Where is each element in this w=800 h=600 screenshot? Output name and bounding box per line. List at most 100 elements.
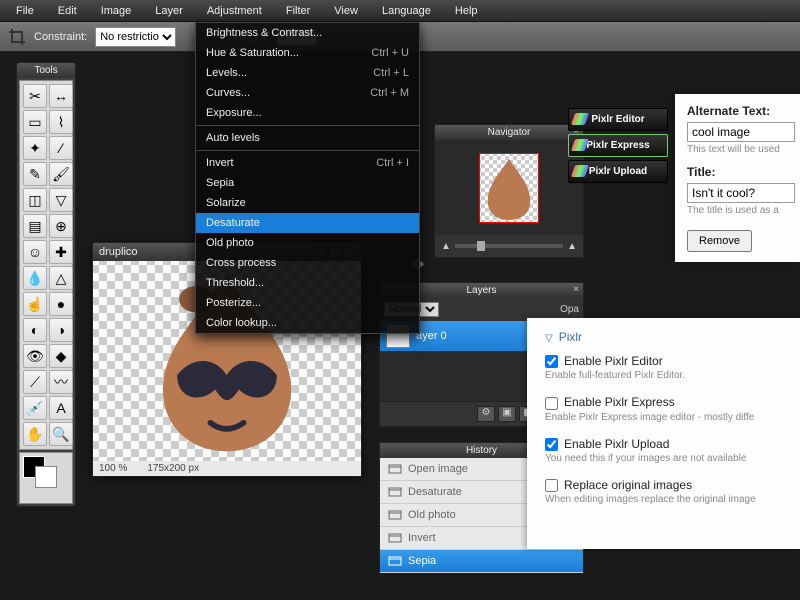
canvas-zoom: 100 % bbox=[99, 463, 127, 474]
heal-tool[interactable]: ✚ bbox=[49, 240, 73, 264]
menu-item-levels[interactable]: Levels...Ctrl + L bbox=[196, 63, 419, 83]
pixlr-option-label: Enable Pixlr Editor bbox=[564, 354, 663, 368]
title-label: Title: bbox=[687, 165, 794, 179]
menu-help[interactable]: Help bbox=[443, 2, 490, 20]
bucket-tool[interactable]: ▽ bbox=[49, 188, 73, 212]
menu-file[interactable]: File bbox=[4, 2, 46, 20]
pixlr-editor-badge[interactable]: Pixlr Editor bbox=[568, 108, 668, 131]
menu-edit[interactable]: Edit bbox=[46, 2, 89, 20]
move-tool[interactable]: ↔ bbox=[49, 84, 73, 108]
remove-button[interactable]: Remove bbox=[687, 230, 752, 252]
menu-item-solarize[interactable]: Solarize bbox=[196, 193, 419, 213]
paintbrush-tool[interactable]: 🖌 bbox=[49, 162, 73, 186]
zoom-tool[interactable]: 🔍 bbox=[49, 422, 73, 446]
layer-mask-icon[interactable]: ▣ bbox=[498, 406, 516, 422]
menu-item-invert[interactable]: InvertCtrl + I bbox=[196, 153, 419, 173]
menu-layer[interactable]: Layer bbox=[143, 2, 195, 20]
pixlr-option-label: Replace original images bbox=[564, 478, 692, 492]
constraint-label: Constraint: bbox=[34, 31, 87, 43]
menu-language[interactable]: Language bbox=[370, 2, 443, 20]
main-menubar: File Edit Image Layer Adjustment Filter … bbox=[0, 0, 800, 22]
gradient-tool[interactable]: ▤ bbox=[23, 214, 47, 238]
menu-item-sepia[interactable]: Sepia bbox=[196, 173, 419, 193]
menu-image[interactable]: Image bbox=[89, 2, 144, 20]
smudge-tool[interactable]: ☝ bbox=[23, 292, 47, 316]
menu-separator bbox=[196, 125, 419, 126]
navigator-thumbnail bbox=[479, 153, 539, 223]
type-tool[interactable]: A bbox=[49, 396, 73, 420]
sharpen-tool[interactable]: △ bbox=[49, 266, 73, 290]
brush-tool[interactable]: ⁄ bbox=[49, 136, 73, 160]
alt-text-input[interactable] bbox=[687, 122, 795, 142]
pencil-tool[interactable]: ✎ bbox=[23, 162, 47, 186]
person-tool[interactable]: ☺ bbox=[23, 240, 47, 264]
menu-item-threshold[interactable]: Threshold... bbox=[196, 273, 419, 293]
pixlr-option: Enable Pixlr ExpressEnable Pixlr Express… bbox=[545, 395, 788, 422]
layers-close-icon[interactable]: × bbox=[573, 284, 579, 295]
pixlr-option-checkbox-1[interactable] bbox=[545, 397, 558, 410]
pixlr-option-checkbox-2[interactable] bbox=[545, 438, 558, 451]
pixlr-settings-legend[interactable]: ▽Pixlr bbox=[545, 330, 788, 344]
collapse-triangle-icon[interactable]: ▽ bbox=[545, 333, 553, 344]
menu-item-curves[interactable]: Curves...Ctrl + M bbox=[196, 83, 419, 103]
menu-item-old-photo[interactable]: Old photo bbox=[196, 233, 419, 253]
opacity-label: Opa bbox=[560, 304, 579, 315]
hand-tool[interactable]: ✋ bbox=[23, 422, 47, 446]
pixlr-option-checkbox-3[interactable] bbox=[545, 479, 558, 492]
menu-view[interactable]: View bbox=[322, 2, 370, 20]
navigator-panel: Navigator× ▲ ▲ ✥ bbox=[434, 124, 584, 258]
adjustment-dropdown: Brightness & Contrast...Hue & Saturation… bbox=[195, 22, 420, 334]
eyedropper-tool[interactable]: 💉 bbox=[23, 396, 47, 420]
alt-text-help: This text will be used bbox=[687, 144, 794, 155]
history-item-sepia[interactable]: Sepia bbox=[380, 550, 583, 573]
menu-item-auto-levels[interactable]: Auto levels bbox=[196, 128, 419, 148]
marquee-tool[interactable]: ▭ bbox=[23, 110, 47, 134]
constraint-select[interactable]: No restrictio bbox=[95, 27, 176, 47]
shape-tool[interactable]: ◆ bbox=[49, 344, 73, 368]
pixlr-option-label: Enable Pixlr Express bbox=[564, 395, 675, 409]
zoom-out-icon[interactable]: ▲ bbox=[441, 241, 451, 252]
pixlr-upload-badge[interactable]: Pixlr Upload bbox=[568, 160, 668, 183]
eye-tool[interactable]: 👁 bbox=[23, 344, 47, 368]
sponge-tool[interactable]: ● bbox=[49, 292, 73, 316]
zoom-in-icon[interactable]: ▲ bbox=[567, 241, 577, 252]
menu-item-cross-process[interactable]: Cross process bbox=[196, 253, 419, 273]
menu-adjustment[interactable]: Adjustment bbox=[195, 2, 274, 20]
stamp-tool[interactable]: ⊕ bbox=[49, 214, 73, 238]
pixlr-option-checkbox-0[interactable] bbox=[545, 355, 558, 368]
canvas-statusbar: 100 % 175x200 px bbox=[93, 461, 361, 476]
title-help: The title is used as a bbox=[687, 205, 794, 216]
background-color-swatch[interactable] bbox=[35, 466, 57, 488]
wand-tool[interactable]: ✦ bbox=[23, 136, 47, 160]
menu-filter[interactable]: Filter bbox=[274, 2, 322, 20]
pixlr-express-badge[interactable]: Pixlr Express bbox=[568, 134, 668, 157]
color-swatches[interactable] bbox=[19, 452, 73, 504]
lasso-tool[interactable]: ⌇ bbox=[49, 110, 73, 134]
menu-item-brightness-contrast[interactable]: Brightness & Contrast... bbox=[196, 23, 419, 43]
history-step-icon bbox=[388, 508, 402, 522]
pixlr-option-help: Enable full-featured Pixlr Editor. bbox=[545, 370, 788, 381]
pixlr-option: Enable Pixlr UploadYou need this if your… bbox=[545, 437, 788, 464]
burn-tool[interactable]: ◑ bbox=[49, 318, 73, 342]
pixlr-settings-fieldset: ▽Pixlr Enable Pixlr Editor Enable full-fe… bbox=[527, 318, 800, 549]
menu-item-hue-saturation[interactable]: Hue & Saturation...Ctrl + U bbox=[196, 43, 419, 63]
layer-settings-icon[interactable]: ⚙ bbox=[477, 406, 495, 422]
navigator-preview[interactable] bbox=[435, 140, 583, 235]
eraser-tool[interactable]: ◫ bbox=[23, 188, 47, 212]
blur-tool[interactable]: 💧 bbox=[23, 266, 47, 290]
line-tool[interactable]: ⟋ bbox=[23, 370, 47, 394]
menu-item-exposure[interactable]: Exposure... bbox=[196, 103, 419, 123]
history-step-icon bbox=[388, 554, 402, 568]
dodge-tool[interactable]: ◐ bbox=[23, 318, 47, 342]
pixlr-option-help: You need this if your images are not ava… bbox=[545, 453, 788, 464]
navigator-zoom-slider[interactable]: ▲ ▲ bbox=[435, 235, 583, 257]
alt-text-label: Alternate Text: bbox=[687, 104, 794, 118]
crop-tool[interactable]: ✂ bbox=[23, 84, 47, 108]
bezier-tool[interactable]: 〰 bbox=[49, 370, 73, 394]
history-step-icon bbox=[388, 462, 402, 476]
title-input[interactable] bbox=[687, 183, 795, 203]
menu-item-posterize[interactable]: Posterize... bbox=[196, 293, 419, 313]
pixlr-option: Replace original imagesWhen editing imag… bbox=[545, 478, 788, 505]
menu-item-desaturate[interactable]: Desaturate bbox=[196, 213, 419, 233]
menu-item-color-lookup[interactable]: Color lookup... bbox=[196, 313, 419, 333]
